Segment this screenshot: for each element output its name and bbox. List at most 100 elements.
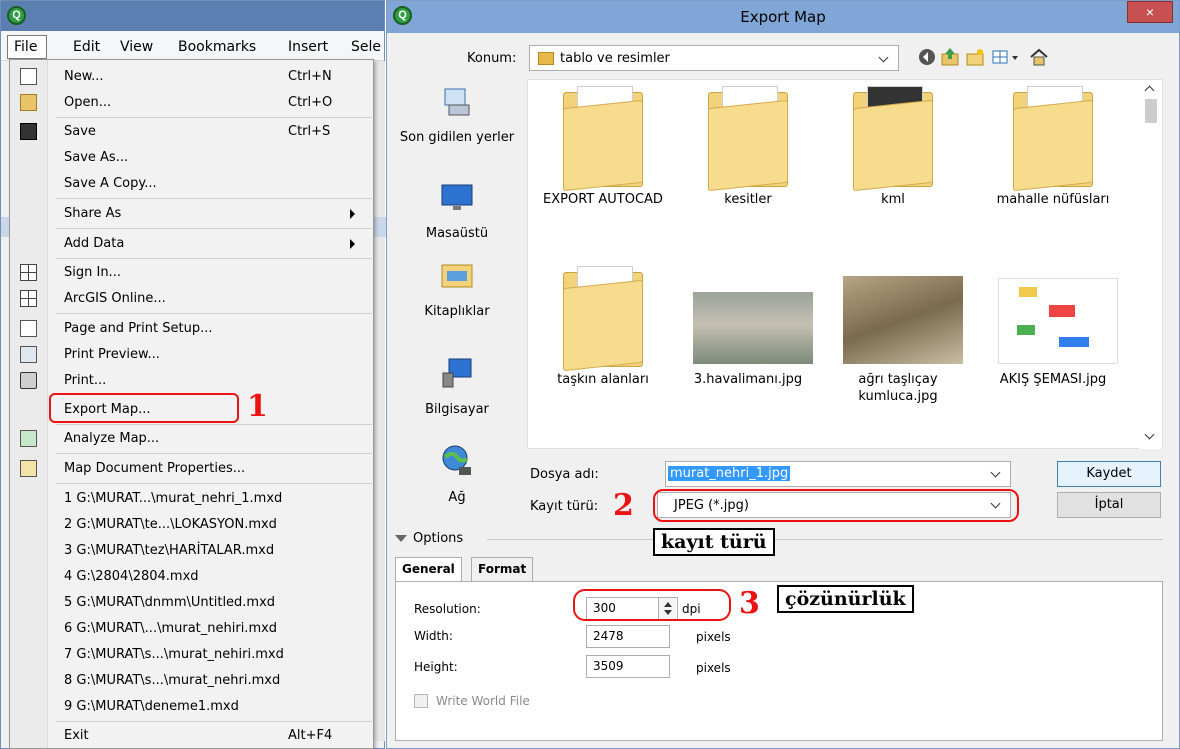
- place-desktop[interactable]: Masaüstü: [387, 179, 527, 243]
- menu-item-label: Save As...: [64, 150, 129, 165]
- image-thumbnail: [838, 262, 963, 367]
- up-folder-icon[interactable]: [940, 47, 960, 67]
- file-name: AKIŞ ŞEMASI.jpg: [999, 372, 1107, 387]
- menu-item-analyze-map[interactable]: Analyze Map...: [10, 426, 374, 452]
- menu-separator: [56, 228, 372, 229]
- print-preview-icon: [20, 346, 37, 363]
- file-name: ağrı taşlıçay kumluca.jpg: [858, 372, 938, 404]
- new-document-icon: [20, 68, 37, 85]
- menu-separator: [56, 258, 372, 259]
- menu-item-label: Exit: [64, 728, 89, 743]
- place-recent[interactable]: Son gidilen yerler: [387, 83, 527, 147]
- menu-separator: [56, 198, 372, 199]
- scroll-down-icon[interactable]: [1144, 429, 1155, 440]
- file-list-scrollbar[interactable]: [1139, 81, 1161, 449]
- sign-in-icon: [20, 264, 37, 281]
- save-button[interactable]: Kaydet: [1057, 461, 1161, 487]
- cancel-button[interactable]: İptal: [1057, 492, 1161, 518]
- resolution-label: Resolution:: [414, 602, 481, 616]
- analyze-map-icon: [20, 430, 37, 447]
- menu-item-save-as[interactable]: Save As...: [10, 145, 374, 171]
- options-toggle[interactable]: Options: [395, 531, 468, 546]
- height-input[interactable]: 3509: [586, 655, 670, 678]
- menu-item-print-preview[interactable]: Print Preview...: [10, 342, 374, 368]
- height-label: Height:: [414, 660, 458, 674]
- scroll-up-icon[interactable]: [1144, 85, 1155, 96]
- new-folder-icon[interactable]: [965, 47, 985, 67]
- tab-format[interactable]: Format: [471, 557, 534, 581]
- world-file-checkbox[interactable]: [414, 694, 428, 708]
- place-network[interactable]: Ağ: [387, 443, 527, 507]
- arcgis-online-icon: [20, 290, 37, 307]
- menu-item-label: 4 G:\2804\2804.mxd: [64, 569, 199, 584]
- menu-item-label: Print Preview...: [64, 347, 160, 362]
- scrollbar-thumb[interactable]: [1145, 99, 1157, 123]
- menu-item-exit[interactable]: Exit Alt+F4: [10, 723, 374, 749]
- menu-insert[interactable]: Insert: [288, 39, 328, 55]
- image-thumbnail: [993, 262, 1118, 367]
- menu-item-sign-in[interactable]: Sign In...: [10, 260, 374, 286]
- menu-item-share-as[interactable]: Share As: [10, 201, 374, 227]
- recent-file-item[interactable]: 2 G:\MURAT\te...\LOKASYON.mxd: [10, 512, 374, 538]
- menu-item-page-setup[interactable]: Page and Print Setup...: [10, 316, 374, 342]
- collapse-triangle-icon: [395, 535, 407, 542]
- menu-item-label: ArcGIS Online...: [64, 291, 166, 306]
- tab-general[interactable]: General: [395, 557, 462, 581]
- menu-separator: [56, 424, 372, 425]
- file-name: taşkın alanları: [557, 372, 649, 387]
- chevron-down-icon[interactable]: [990, 467, 1001, 478]
- folder-icon: [688, 82, 808, 192]
- menu-item-print[interactable]: Print...: [10, 368, 374, 394]
- file-item-image[interactable]: AKIŞ ŞEMASI.jpg: [978, 262, 1128, 388]
- recent-file-item[interactable]: 9 G:\MURAT\deneme1.mxd: [10, 694, 374, 720]
- recent-file-item[interactable]: 5 G:\MURAT\dnmm\Untitled.mxd: [10, 590, 374, 616]
- arcmap-window: Q File Edit View Bookmarks Insert Sele N…: [0, 0, 386, 749]
- printer-icon: [20, 372, 37, 389]
- close-button[interactable]: ×: [1127, 1, 1173, 23]
- document-properties-icon: [20, 460, 37, 477]
- view-menu-icon[interactable]: [991, 47, 1021, 67]
- place-computer[interactable]: Bilgisayar: [387, 355, 527, 419]
- menu-edit[interactable]: Edit: [73, 39, 100, 55]
- file-item-folder[interactable]: EXPORT AUTOCAD: [538, 82, 668, 208]
- recent-file-item[interactable]: 6 G:\MURAT\...\murat_nehiri.mxd: [10, 616, 374, 642]
- width-unit: pixels: [696, 630, 731, 644]
- location-dropdown[interactable]: tablo ve resimler: [529, 45, 899, 71]
- recent-file-item[interactable]: 4 G:\2804\2804.mxd: [10, 564, 374, 590]
- home-icon[interactable]: [1029, 47, 1049, 67]
- menu-item-open[interactable]: Open... Ctrl+O: [10, 90, 374, 116]
- file-name: kml: [881, 192, 905, 207]
- menu-item-arcgis-online[interactable]: ArcGIS Online...: [10, 286, 374, 312]
- width-input[interactable]: 2478: [586, 625, 670, 648]
- back-icon[interactable]: [917, 47, 937, 67]
- menu-view[interactable]: View: [120, 39, 153, 55]
- file-item-image[interactable]: ağrı taşlıçay kumluca.jpg: [828, 262, 968, 405]
- menu-item-save-copy[interactable]: Save A Copy...: [10, 171, 374, 197]
- menu-item-add-data[interactable]: Add Data: [10, 231, 374, 257]
- file-item-folder[interactable]: mahalle nüfüsları: [978, 82, 1128, 208]
- menu-item-new[interactable]: New... Ctrl+N: [10, 64, 374, 90]
- filetype-label: Kayıt türü:: [530, 499, 599, 514]
- menu-item-save[interactable]: Save Ctrl+S: [10, 119, 374, 145]
- file-item-folder[interactable]: taşkın alanları: [538, 262, 668, 388]
- file-item-folder[interactable]: kml: [828, 82, 958, 208]
- menu-item-document-properties[interactable]: Map Document Properties...: [10, 456, 374, 482]
- menu-item-label: Open...: [64, 95, 112, 110]
- recent-file-item[interactable]: 1 G:\MURAT...\murat_nehri_1.mxd: [10, 486, 374, 512]
- file-item-folder[interactable]: kesitler: [683, 82, 813, 208]
- menu-item-label: Page and Print Setup...: [64, 321, 213, 336]
- recent-file-item[interactable]: 7 G:\MURAT\s...\murat_nehiri.mxd: [10, 642, 374, 668]
- menu-item-shortcut: Ctrl+N: [288, 69, 332, 84]
- menu-item-label: 6 G:\MURAT\...\murat_nehiri.mxd: [64, 621, 278, 636]
- annotation-highlight-export-map: [49, 393, 239, 423]
- filename-input[interactable]: murat_nehri_1.jpg: [665, 461, 1011, 487]
- place-libraries[interactable]: Kitaplıklar: [387, 257, 527, 321]
- chevron-down-icon: [878, 52, 889, 63]
- file-item-image[interactable]: 3.havalimanı.jpg: [678, 262, 818, 388]
- menu-file[interactable]: File: [7, 35, 47, 59]
- recent-file-item[interactable]: 8 G:\MURAT\s...\murat_nehri.mxd: [10, 668, 374, 694]
- menu-bookmarks[interactable]: Bookmarks: [178, 39, 256, 55]
- options-label: Options: [413, 531, 464, 546]
- recent-file-item[interactable]: 3 G:\MURAT\tez\HARİTALAR.mxd: [10, 538, 374, 564]
- menu-selection[interactable]: Sele: [351, 39, 381, 55]
